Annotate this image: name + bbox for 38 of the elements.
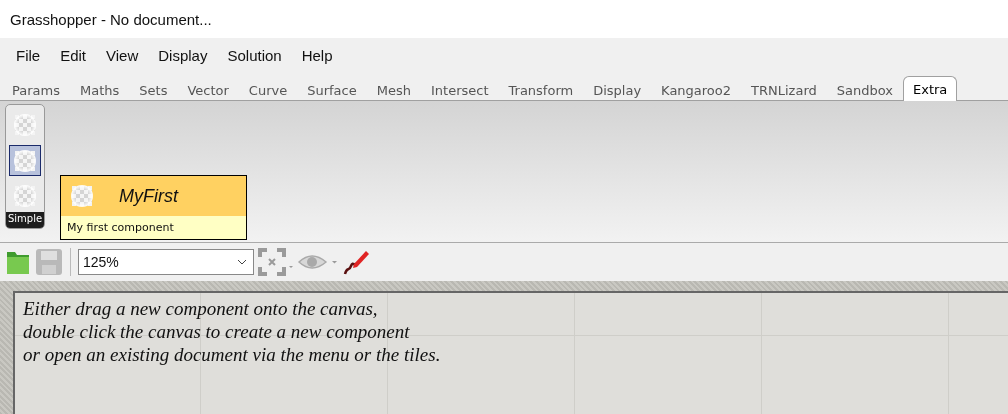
zoom-dropdown[interactable]: 125% — [78, 249, 254, 275]
ribbon-tab[interactable]: Sandbox — [826, 78, 903, 101]
placeholder-icon — [14, 113, 36, 136]
ribbon-tab[interactable]: Params — [2, 78, 70, 101]
placeholder-icon — [14, 185, 36, 208]
instruction-text: Either drag a new component onto the canvas, — [23, 297, 379, 320]
placeholder-icon — [71, 185, 93, 207]
palette-label: Simple — [6, 212, 44, 228]
sketch-button[interactable] — [342, 248, 370, 276]
ribbon-tab[interactable]: TRNLizard — [741, 78, 827, 101]
instruction-text: double click the canvas to create a new component — [23, 320, 411, 343]
menu-item[interactable]: View — [96, 46, 149, 64]
menu-item[interactable]: File — [6, 46, 51, 64]
placeholder-icon — [14, 149, 36, 172]
chevron-down-icon — [237, 259, 247, 265]
ribbon-tab[interactable]: Kangaroo2 — [651, 78, 742, 101]
pencil-squiggle-icon — [342, 248, 370, 276]
menu-item[interactable]: Edit — [50, 46, 97, 64]
ribbon-tab[interactable]: Mesh — [366, 78, 421, 101]
ribbon-tab[interactable]: Sets — [129, 78, 178, 101]
menu-item[interactable]: Help — [291, 46, 343, 64]
canvas[interactable]: Either drag a new component onto the canvas, double click the canvas to create a new component or open an existing document via the menu or the tiles. — [13, 291, 1008, 414]
tooltip-title: MyFirst — [119, 185, 178, 207]
ribbon-tab[interactable]: Surface — [297, 78, 367, 101]
menu-item[interactable]: Display — [148, 46, 218, 64]
frame-corners-icon — [258, 248, 294, 276]
ribbon-tab[interactable]: Extra — [903, 76, 958, 101]
ribbon-tab[interactable]: Vector — [177, 78, 239, 101]
ribbon-tab[interactable]: Transform — [498, 78, 584, 101]
tooltip-description: My first component — [66, 220, 175, 236]
component-button[interactable] — [9, 144, 41, 177]
ribbon-tab[interactable]: Curve — [238, 78, 298, 101]
instruction-text: or open an existing document via the menu or the tiles. — [23, 343, 442, 366]
menu-item[interactable]: Solution — [217, 46, 292, 64]
ribbon-tab[interactable]: Display — [583, 78, 652, 101]
ribbon-tab[interactable]: Intersect — [420, 78, 499, 101]
window-title: Grasshopper - No document... — [10, 10, 212, 28]
ribbon-tab[interactable]: Maths — [70, 78, 130, 101]
